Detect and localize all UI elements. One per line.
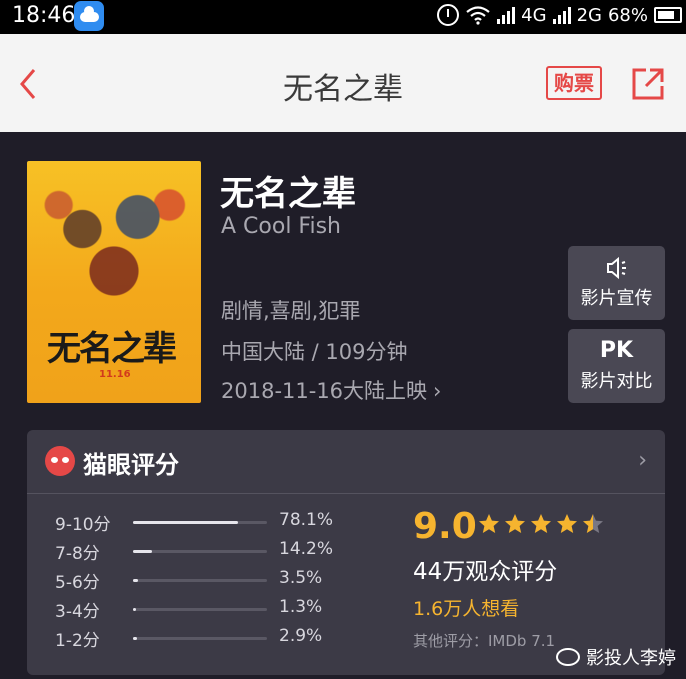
- battery-percent: 68%: [607, 4, 648, 26]
- rating-score: 9.0: [413, 506, 477, 547]
- rating-title: 猫眼评分: [83, 451, 179, 479]
- other-rating: 其他评分：IMDb 7.1: [413, 632, 556, 650]
- distribution-bar-track: [133, 579, 267, 582]
- distribution-bar-track: [133, 521, 267, 524]
- distribution-row: 7-8分 14.2%: [55, 539, 355, 564]
- status-time: 18:46: [12, 3, 76, 28]
- weather-app-icon: [74, 1, 104, 31]
- audience-count: 44万观众评分: [413, 559, 558, 585]
- distribution-label: 3-4分: [55, 602, 100, 622]
- pk-icon: PK: [599, 338, 634, 363]
- distribution-bar-fill: [133, 608, 136, 611]
- distribution-percent: 14.2%: [279, 539, 334, 559]
- movie-section: 无名之辈 11.16 无名之辈 A Cool Fish 剧情,喜剧,犯罪 中国大…: [0, 132, 686, 679]
- nav-bar: 无名之辈 购票: [0, 34, 686, 132]
- maoyan-cat-icon: [45, 446, 75, 476]
- movie-name: 无名之辈: [220, 174, 356, 214]
- network-type-1: 4G: [521, 4, 547, 26]
- wifi-icon: [466, 6, 490, 25]
- distribution-bar-track: [133, 637, 267, 640]
- distribution-bar-fill: [133, 521, 238, 524]
- rating-card: 猫眼评分 › 9-10分 78.1% 7-8分 14.2% 5-6分 3.5% 3-4分 1.…: [27, 430, 665, 675]
- buy-ticket-button[interactable]: 购票: [546, 66, 602, 100]
- distribution-bar-track: [133, 608, 267, 611]
- distribution-label: 9-10分: [55, 515, 111, 535]
- alarm-icon: [437, 4, 460, 26]
- distribution-row: 5-6分 3.5%: [55, 568, 355, 593]
- distribution-percent: 3.5%: [279, 568, 323, 588]
- distribution-bar-fill: [133, 550, 153, 553]
- poster-date: 11.16: [99, 369, 131, 380]
- poster-title: 无名之辈: [47, 329, 177, 369]
- star-icon: [479, 514, 499, 533]
- distribution-row: 3-4分 1.3%: [55, 597, 355, 622]
- star-icon: [557, 514, 577, 533]
- distribution-label: 1-2分: [55, 631, 100, 651]
- distribution-percent: 2.9%: [279, 626, 323, 646]
- promo-button[interactable]: 影片宣传: [568, 246, 665, 320]
- distribution-row: 9-10分 78.1%: [55, 510, 355, 535]
- promo-label: 影片宣传: [580, 288, 653, 309]
- movie-country-duration: 中国大陆 / 109分钟: [221, 340, 408, 364]
- weibo-icon: [556, 648, 580, 666]
- pk-button[interactable]: PK 影片对比: [568, 329, 665, 403]
- distribution-bar-track: [133, 550, 267, 553]
- distribution-percent: 78.1%: [279, 510, 334, 530]
- distribution-bar-fill: [133, 637, 137, 640]
- status-bar: 18:46 4G 2G 68%: [0, 0, 686, 34]
- star-icon: [531, 514, 551, 533]
- star-icon: [583, 514, 603, 533]
- distribution-label: 5-6分: [55, 573, 100, 593]
- network-type-2: 2G: [576, 4, 602, 26]
- share-button[interactable]: [630, 66, 666, 102]
- signal-icon-2: [552, 6, 571, 24]
- pk-label: 影片对比: [580, 371, 653, 392]
- distribution-bar-fill: [133, 579, 138, 582]
- speaker-icon: [568, 254, 665, 282]
- movie-english-name: A Cool Fish: [221, 214, 342, 239]
- distribution-label: 7-8分: [55, 544, 100, 564]
- want-to-see-count: 1.6万人想看: [413, 598, 520, 620]
- rating-stars: [477, 512, 605, 536]
- movie-poster[interactable]: 无名之辈 11.16: [27, 161, 201, 403]
- distribution-percent: 1.3%: [279, 597, 323, 617]
- release-date-text: 2018-11-16大陆上映: [221, 379, 428, 403]
- share-icon: [632, 68, 664, 100]
- battery-icon: [654, 7, 682, 23]
- poster-artwork: [35, 181, 193, 301]
- chevron-right-icon: ›: [638, 448, 647, 473]
- movie-genre: 剧情,喜剧,犯罪: [221, 299, 361, 323]
- signal-icon: [497, 6, 516, 24]
- movie-release-date[interactable]: 2018-11-16大陆上映 ›: [221, 375, 441, 405]
- distribution-row: 1-2分 2.9%: [55, 626, 355, 651]
- star-icon: [505, 514, 525, 533]
- status-indicators: 4G 2G 68%: [437, 4, 682, 26]
- chevron-right-icon: ›: [433, 379, 442, 403]
- watermark-text: 影投人李婷: [586, 648, 676, 669]
- watermark: 影投人李婷: [556, 644, 676, 670]
- rating-header[interactable]: 猫眼评分 ›: [27, 430, 665, 494]
